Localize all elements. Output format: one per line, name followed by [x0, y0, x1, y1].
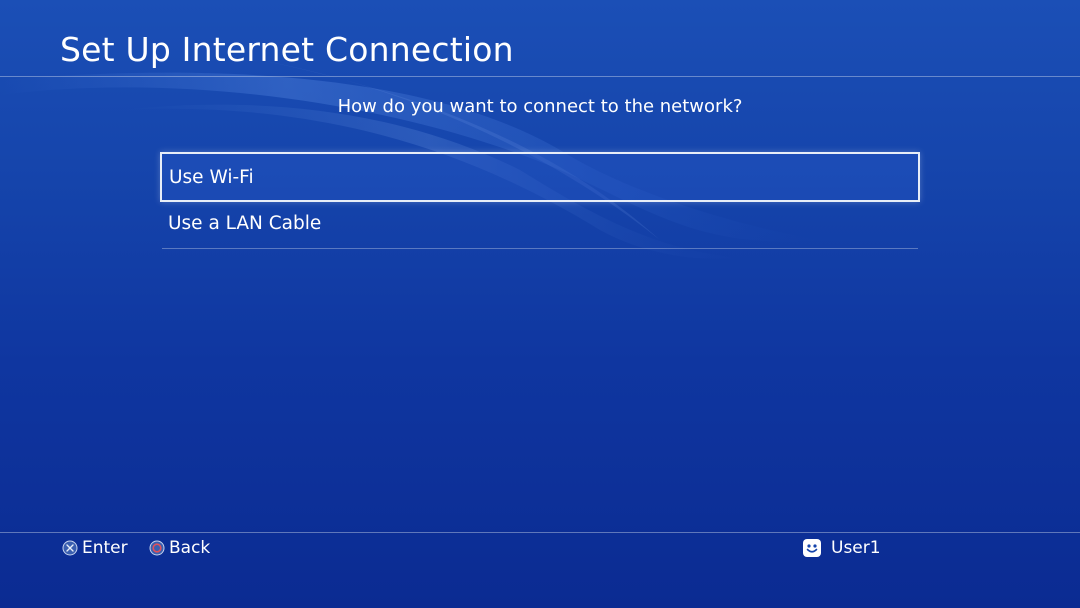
- background-wave: [0, 60, 820, 259]
- smiley-avatar-icon: [803, 539, 821, 557]
- option-label: Use Wi-Fi: [169, 167, 254, 188]
- user-indicator: User1: [802, 537, 881, 559]
- option-divider: [162, 248, 918, 249]
- option-use-wifi[interactable]: Use Wi-Fi: [160, 152, 920, 202]
- enter-hint-label: Enter: [82, 538, 128, 558]
- back-hint-label: Back: [169, 538, 211, 558]
- cross-button-icon: [62, 540, 78, 556]
- enter-hint: Enter: [62, 537, 128, 559]
- page-title: Set Up Internet Connection: [60, 30, 514, 69]
- circle-button-icon: [149, 540, 165, 556]
- option-use-lan-cable[interactable]: Use a LAN Cable: [160, 200, 920, 250]
- option-label: Use a LAN Cable: [168, 213, 322, 234]
- back-hint: Back: [149, 537, 210, 559]
- header-divider: [0, 76, 1080, 77]
- connection-prompt: How do you want to connect to the networ…: [337, 96, 743, 117]
- user-name: User1: [831, 538, 881, 558]
- footer-divider: [0, 532, 1080, 533]
